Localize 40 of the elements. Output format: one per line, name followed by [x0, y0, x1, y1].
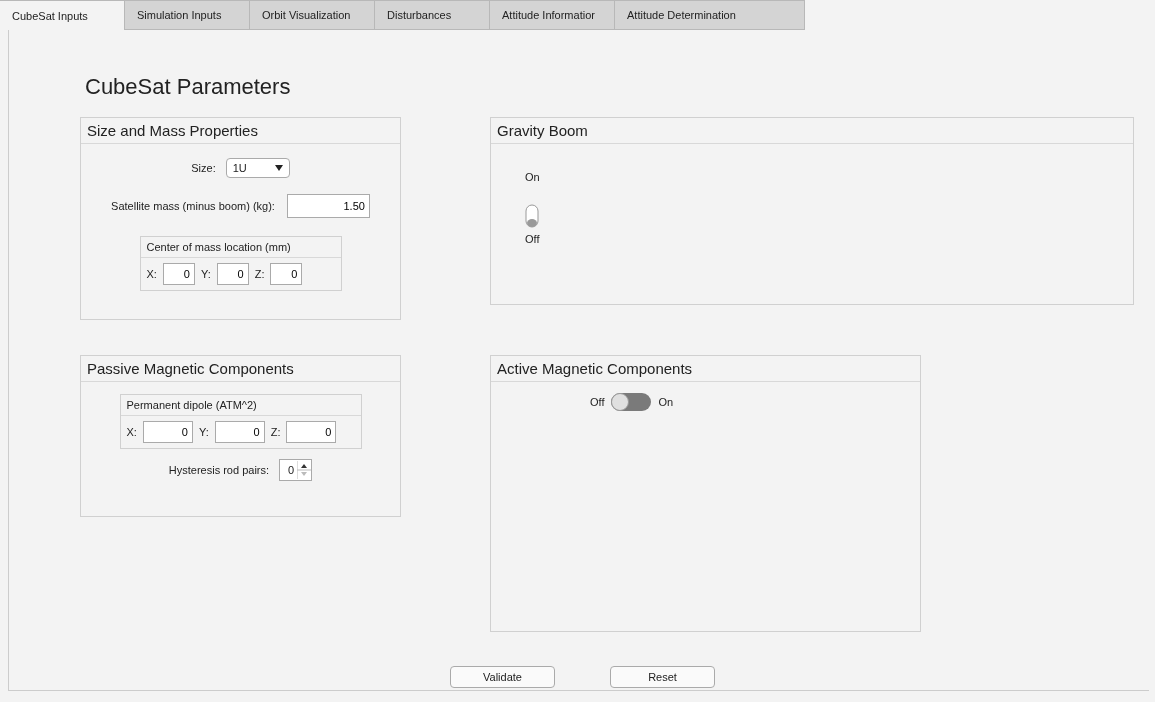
- mass-field[interactable]: 1.50: [286, 194, 370, 218]
- coordinate-field[interactable]: 0: [216, 263, 249, 285]
- panel-title: Active Magnetic Components: [491, 356, 920, 382]
- mass-label: Satellite mass (minus boom) (kg):: [111, 200, 275, 212]
- off-label: Off: [590, 396, 605, 408]
- group-title: Center of mass location (mm): [140, 237, 341, 258]
- axis-label: Y:: [200, 268, 211, 280]
- axis-label: X:: [126, 426, 137, 438]
- panel-title: Size and Mass Properties: [81, 118, 400, 144]
- size-label: Size:: [191, 162, 216, 174]
- rod-pairs-label: Hysteresis rod pairs:: [168, 464, 270, 476]
- coordinate-field[interactable]: 0: [162, 263, 195, 285]
- coordinate-field[interactable]: 0: [142, 421, 193, 443]
- stepper-icon: [297, 461, 312, 479]
- axis-label: Y:: [198, 426, 209, 438]
- panel-title: Gravity Boom: [491, 118, 1133, 144]
- coordinate-field[interactable]: 0: [214, 421, 265, 443]
- axis-label: Z:: [254, 268, 265, 280]
- caret-icon: [274, 165, 283, 171]
- size-dropdown[interactable]: 1U: [225, 158, 290, 178]
- tab[interactable]: Attitude Determination: [615, 0, 805, 30]
- axis-label: Z:: [270, 426, 281, 438]
- tab[interactable]: Attitude Informatior: [490, 0, 615, 30]
- coordinate-field[interactable]: 0: [270, 263, 303, 285]
- action-button[interactable]: Reset: [610, 666, 715, 688]
- on-label: On: [525, 171, 540, 183]
- rod-pairs-spinner[interactable]: 0: [279, 459, 313, 481]
- axis-label: X:: [146, 268, 157, 280]
- tab[interactable]: Simulation Inputs: [125, 0, 250, 30]
- page-title: CubeSat Parameters: [85, 74, 292, 101]
- off-label: Off: [525, 233, 540, 245]
- on-label: On: [658, 396, 674, 408]
- group-title: Permanent dipole (ATM^2): [120, 395, 361, 416]
- toggle-switch[interactable]: [610, 392, 653, 412]
- tab[interactable]: Disturbances: [375, 0, 490, 30]
- panel-title: Passive Magnetic Components: [81, 356, 400, 382]
- coordinate-field[interactable]: 0: [286, 421, 337, 443]
- tab[interactable]: CubeSat Inputs: [0, 0, 125, 30]
- action-button[interactable]: Validate: [450, 666, 555, 688]
- tab[interactable]: Orbit Visualization: [250, 0, 375, 30]
